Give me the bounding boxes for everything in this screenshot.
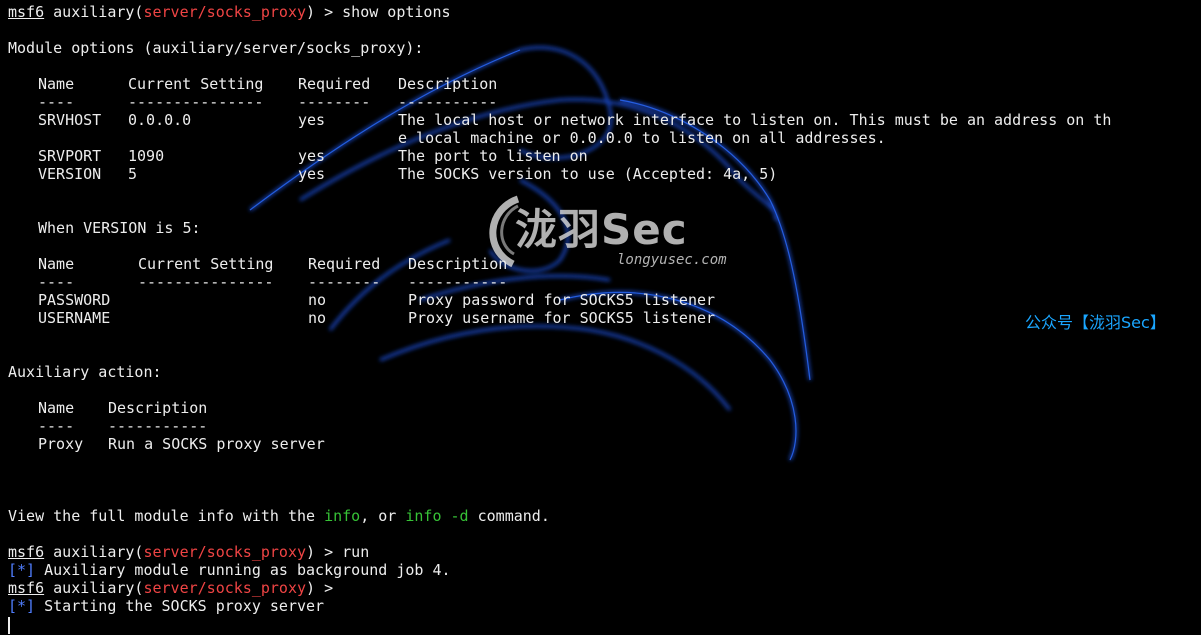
hint-mid: , or: [360, 507, 406, 525]
action-name: Proxy: [38, 435, 84, 453]
module-options-heading: Module options (auxiliary/server/socks_p…: [8, 39, 424, 57]
option-required: yes: [298, 165, 326, 183]
command-text: run: [342, 543, 370, 561]
prompt-module: server/socks_proxy: [143, 543, 307, 561]
status-line: [*] Auxiliary module running as backgrou…: [8, 561, 451, 579]
option-description: Proxy password for SOCKS5 listener: [408, 291, 716, 309]
command-text: show options: [342, 3, 451, 21]
status-marker: [*]: [8, 561, 36, 579]
prompt-word: auxiliary(: [44, 543, 144, 561]
table-header: Required: [308, 255, 381, 273]
table-header: Current Setting: [138, 255, 274, 273]
option-setting: 1090: [128, 147, 165, 165]
prompt-module: server/socks_proxy: [143, 3, 307, 21]
table-divider: --------: [298, 93, 371, 111]
table-divider: -----------: [108, 417, 208, 435]
text-cursor: [8, 617, 10, 634]
table-header: Description: [398, 75, 498, 93]
option-required: no: [308, 309, 327, 327]
prompt-close: ) >: [306, 579, 343, 597]
module-info-hint: View the full module info with the info,…: [8, 507, 550, 525]
prompt-prefix: msf6: [8, 579, 45, 597]
info-command[interactable]: info: [324, 507, 360, 525]
hint-pre: View the full module info with the: [8, 507, 325, 525]
table-header: Name: [38, 75, 75, 93]
option-name: SRVHOST: [38, 111, 102, 129]
option-setting: 5: [128, 165, 138, 183]
option-setting: 0.0.0.0: [128, 111, 192, 129]
option-name: USERNAME: [38, 309, 111, 327]
option-description: Proxy username for SOCKS5 listener: [408, 309, 716, 327]
option-required: no: [308, 291, 327, 309]
prompt-prefix: msf6: [8, 3, 45, 21]
table-header: Description: [108, 399, 208, 417]
when-version-heading: When VERSION is 5:: [38, 219, 201, 237]
option-description: The local host or network interface to l…: [398, 111, 1112, 129]
action-description: Run a SOCKS proxy server: [108, 435, 325, 453]
table-header: Name: [38, 399, 75, 417]
status-text: Auxiliary module running as background j…: [35, 561, 451, 579]
option-name: SRVPORT: [38, 147, 102, 165]
table-divider: -----------: [398, 93, 498, 111]
status-line: [*] Starting the SOCKS proxy server: [8, 597, 324, 615]
hint-post: command.: [468, 507, 550, 525]
status-text: Starting the SOCKS proxy server: [35, 597, 325, 615]
table-divider: ----: [38, 417, 75, 435]
table-divider: ---------------: [138, 273, 274, 291]
table-divider: ----: [38, 93, 75, 111]
prompt-close: ) >: [306, 3, 343, 21]
status-marker: [*]: [8, 597, 36, 615]
prompt-prefix: msf6: [8, 543, 45, 561]
option-description: The SOCKS version to use (Accepted: 4a, …: [398, 165, 778, 183]
prompt-close: ) >: [306, 543, 343, 561]
table-divider: --------: [308, 273, 381, 291]
terminal-window[interactable]: 泷羽Sec longyusec.com 公众号【泷羽Sec】 msf6 auxi…: [0, 0, 1201, 635]
option-description-wrap: e local machine or 0.0.0.0 to listen on …: [398, 129, 886, 147]
option-name: VERSION: [38, 165, 102, 183]
auxiliary-action-heading: Auxiliary action:: [8, 363, 162, 381]
watermark-title: 泷羽Sec: [515, 205, 688, 254]
prompt-word: auxiliary(: [44, 579, 144, 597]
watermark-site: longyusec.com: [617, 252, 727, 268]
table-header: Description: [408, 255, 508, 273]
table-divider: ----: [38, 273, 75, 291]
table-divider: -----------: [408, 273, 508, 291]
table-header: Name: [38, 255, 75, 273]
prompt-module: server/socks_proxy: [143, 579, 307, 597]
prompt-line-show: msf6 auxiliary(server/socks_proxy) > sho…: [8, 3, 451, 21]
table-header: Required: [298, 75, 371, 93]
prompt-line-run: msf6 auxiliary(server/socks_proxy) > run: [8, 543, 369, 561]
prompt-word: auxiliary(: [44, 3, 144, 21]
table-header: Current Setting: [128, 75, 264, 93]
option-name: PASSWORD: [38, 291, 111, 309]
watermark-public-account: 公众号【泷羽Sec】: [1025, 313, 1166, 332]
info-d-command[interactable]: info -d: [405, 507, 468, 525]
prompt-line-current[interactable]: msf6 auxiliary(server/socks_proxy) >: [8, 579, 342, 597]
option-required: yes: [298, 111, 326, 129]
table-divider: ---------------: [128, 93, 264, 111]
option-description: The port to listen on: [398, 147, 588, 165]
option-required: yes: [298, 147, 326, 165]
